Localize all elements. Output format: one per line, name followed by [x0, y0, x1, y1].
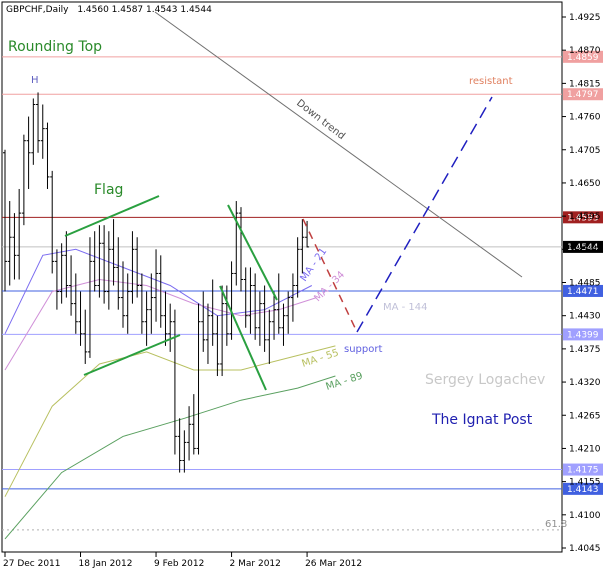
y-tick-label: 1.4485 — [569, 279, 601, 289]
ma-label: MA - 144 — [383, 302, 428, 313]
y-tick-label: 1.4320 — [569, 378, 601, 388]
high-marker: H — [31, 75, 39, 86]
y-tick-label: 1.4705 — [569, 146, 601, 156]
fib-label: 61.8 — [545, 519, 567, 530]
y-tick-label: 1.4155 — [569, 478, 601, 488]
x-tick-label: 26 Mar 2012 — [305, 559, 362, 569]
y-tick-label: 1.4210 — [569, 444, 601, 454]
y-tick-label: 1.4265 — [569, 411, 601, 421]
header-quote: 1.4560 1.4587 1.4543 1.4544 — [77, 5, 212, 15]
price-chart: 1.48591.47971.45931.45441.44711.43991.41… — [1, 1, 603, 569]
price-badge-label: 1.4399 — [567, 330, 599, 340]
y-tick-label: 1.4595 — [569, 212, 601, 222]
symbol-label: GBPCHF,Daily — [6, 5, 69, 15]
resistant-label: resistant — [469, 76, 513, 87]
y-tick-label: 1.4870 — [569, 46, 601, 56]
x-axis: 27 Dec 2011 18 Jan 2012 9 Feb 2012 2 Mar 20… — [3, 552, 362, 569]
y-tick-label: 1.4540 — [569, 245, 601, 255]
x-tick-label: 18 Jan 2012 — [79, 559, 133, 569]
flag-label: Flag — [94, 182, 123, 198]
y-tick-label: 1.4650 — [569, 179, 601, 189]
x-tick-label: 27 Dec 2011 — [3, 559, 61, 569]
y-tick-label: 1.4375 — [569, 345, 601, 355]
y-tick-label: 1.4925 — [569, 13, 601, 23]
x-tick-label: 9 Feb 2012 — [154, 559, 204, 569]
author-label: Sergey Logachev — [425, 372, 545, 388]
chart-header: GBPCHF,Daily 1.4560 1.4587 1.4543 1.4544 — [6, 5, 212, 15]
chart-root: 1.4859 1.4797 1.4593 1.4544 1.4471 1.4399 1.41… — [0, 0, 605, 570]
x-tick-label: 2 Mar 2012 — [230, 559, 281, 569]
y-tick-label: 1.4100 — [569, 511, 601, 521]
rounding-top-label: Rounding Top — [8, 39, 102, 55]
y-tick-label: 1.4760 — [569, 113, 601, 123]
price-badge-label: 1.4175 — [567, 466, 599, 476]
support-label: support — [344, 344, 382, 355]
y-tick-label: 1.4430 — [569, 312, 601, 322]
price-badge-label: 1.4797 — [567, 90, 599, 100]
y-tick-label: 1.4045 — [569, 544, 601, 554]
y-tick-label: 1.4815 — [569, 79, 601, 89]
brand-label: The Ignat Post — [431, 412, 533, 428]
